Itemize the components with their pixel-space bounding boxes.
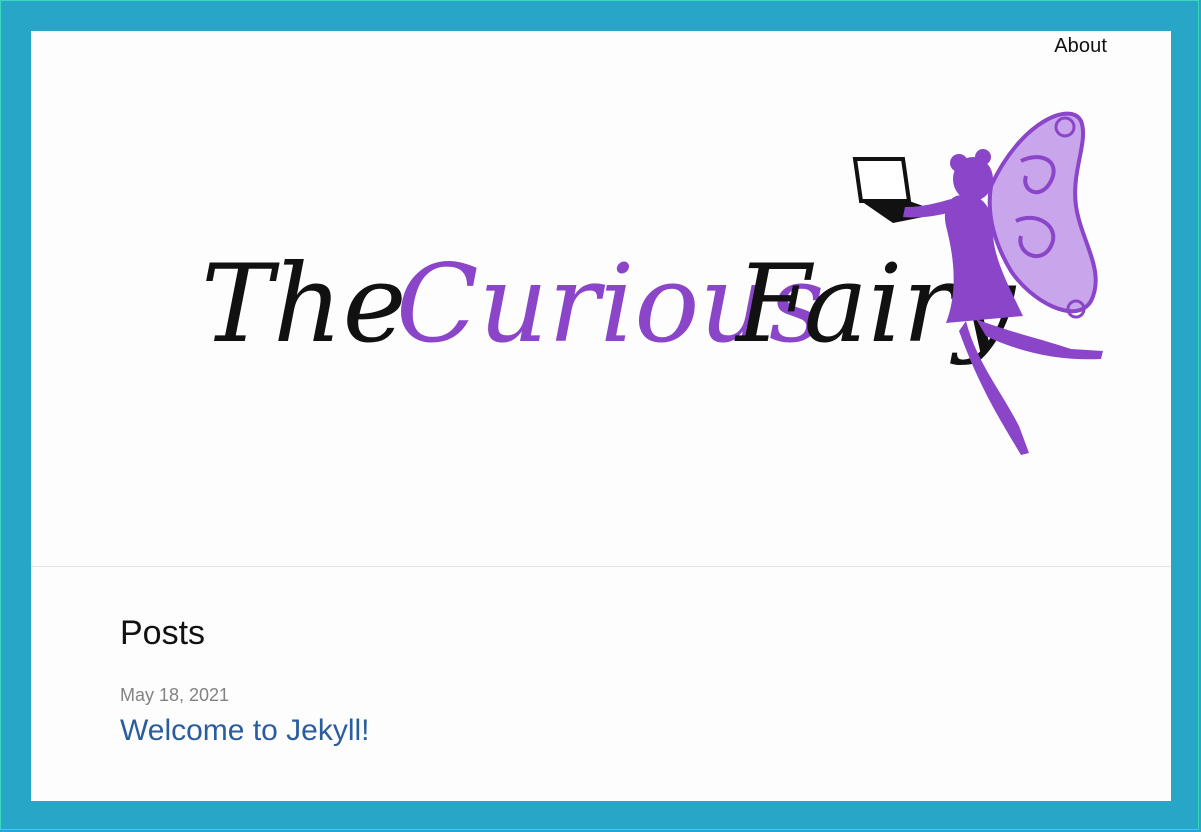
posts-heading: Posts	[120, 614, 206, 652]
logo-word-the: The	[201, 242, 407, 367]
site-header: The Curious Fairy About	[31, 31, 1171, 567]
site-page: The Curious Fairy About Posts May 18, 20…	[31, 31, 1171, 801]
post-date: May 18, 2021	[120, 685, 230, 705]
post-title-link[interactable]: Welcome to Jekyll!	[120, 714, 370, 748]
top-nav: About	[1054, 35, 1107, 58]
site-logo[interactable]: The Curious Fairy	[31, 31, 1171, 566]
posts-section: Posts May 18, 2021 Welcome to Jekyll!	[120, 614, 370, 748]
nav-link-about[interactable]: About	[1054, 35, 1107, 57]
